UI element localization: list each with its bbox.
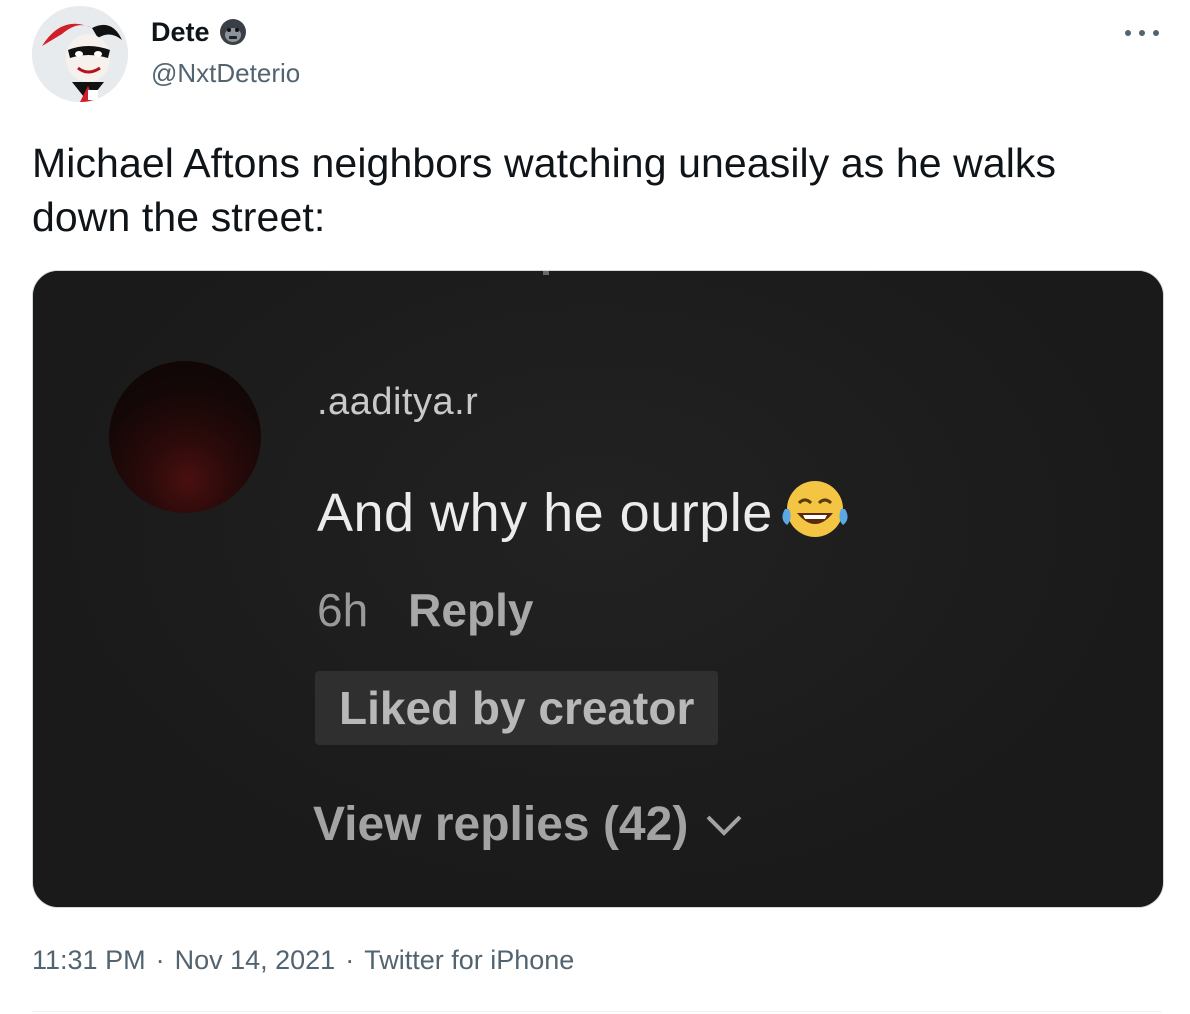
- tweet: Dete @NxtDeterio Michael Aftons neighbor…: [0, 0, 1190, 1014]
- view-replies-link: View replies (42): [313, 797, 744, 852]
- tweet-media-image[interactable]: .aaditya.r And why he ourple 6h Reply Li…: [32, 270, 1164, 908]
- more-dots-icon: [1125, 30, 1159, 36]
- meta-separator: ·: [345, 945, 355, 975]
- author-handle[interactable]: @NxtDeterio: [151, 56, 300, 90]
- chevron-down-icon: [706, 815, 742, 836]
- tweet-meta: 11:31 PM · Nov 14, 2021 · Twitter for iP…: [32, 940, 574, 980]
- comment-text-row: And why he ourple: [317, 481, 855, 545]
- divider: [32, 1011, 1162, 1012]
- comment-avatar: [109, 361, 261, 513]
- author-avatar[interactable]: [32, 6, 128, 102]
- author-name-row[interactable]: Dete: [151, 14, 248, 50]
- tweet-text: Michael Aftons neighbors watching uneasi…: [32, 140, 1057, 240]
- view-replies-label: View replies (42): [313, 798, 689, 851]
- comment-meta: 6h Reply: [317, 583, 533, 637]
- tears-of-joy-emoji-icon: [782, 481, 848, 537]
- comment-age: 6h: [317, 584, 369, 636]
- meta-separator: ·: [155, 945, 165, 975]
- gorilla-emoji-icon: [218, 17, 248, 47]
- tweet-time[interactable]: 11:31 PM: [32, 940, 146, 980]
- comment-text: And why he ourple: [317, 483, 773, 543]
- author-display-name[interactable]: Dete: [151, 14, 210, 50]
- more-options-button[interactable]: [1118, 18, 1166, 48]
- liked-by-creator-badge: Liked by creator: [315, 671, 719, 745]
- cropped-text-fragment: [543, 271, 549, 275]
- harley-quinn-avatar-icon: [32, 6, 128, 102]
- tweet-date[interactable]: Nov 14, 2021: [175, 940, 336, 980]
- comment-reply-button: Reply: [408, 584, 534, 636]
- tweet-source-link[interactable]: Twitter for iPhone: [364, 940, 574, 980]
- comment-username: .aaditya.r: [317, 381, 479, 423]
